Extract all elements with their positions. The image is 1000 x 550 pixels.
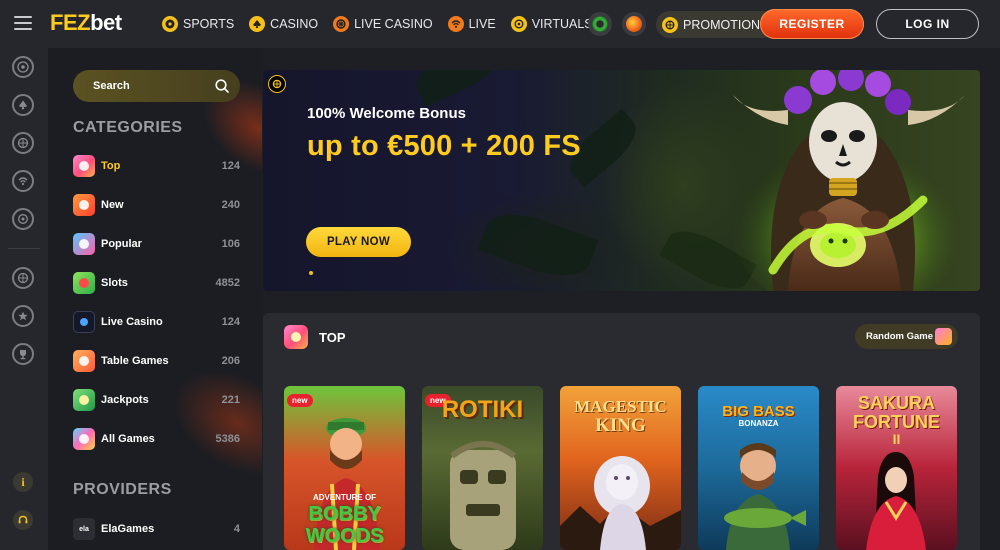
boost-button[interactable] (622, 12, 646, 36)
rail-trophy-icon[interactable] (12, 343, 34, 365)
spade-icon (249, 16, 266, 32)
soccer-ball-icon (162, 16, 178, 32)
shaman-character-image (733, 70, 968, 291)
category-all-games[interactable]: All Games 5386 (73, 427, 240, 451)
rail-divider (8, 248, 40, 249)
carousel-indicator[interactable] (309, 271, 313, 275)
game-card-magestic-king[interactable]: MAGESTIC KING (560, 386, 681, 550)
live-casino-category-icon (73, 311, 95, 333)
rail-star-icon[interactable] (12, 305, 34, 327)
category-table-games[interactable]: Table Games 206 (73, 349, 240, 373)
rail-live-icon[interactable] (12, 170, 34, 192)
dice-icon (935, 328, 952, 345)
search-icon[interactable] (214, 78, 230, 94)
game-card-bobby-woods[interactable]: new ADVENTURE OF BOBBY WOODS (284, 386, 405, 550)
main-nav: SPORTS CASINO LIVE CASINO LIVE VIRTUALS (162, 0, 593, 48)
categories-title: CATEGORIES (73, 119, 183, 136)
flame-icon (626, 16, 642, 32)
register-button[interactable]: REGISTER (760, 9, 864, 39)
rail-sports-icon[interactable] (12, 56, 34, 78)
play-now-button[interactable]: PLAY NOW (306, 227, 411, 257)
rail-live-casino-icon[interactable] (12, 132, 34, 154)
roulette-icon (333, 16, 350, 32)
category-top[interactable]: Top 124 (73, 154, 240, 178)
banner-title: up to €500 + 200 FS (307, 130, 581, 162)
lion-image (560, 456, 681, 550)
tiki-mask-image (450, 441, 516, 550)
login-button[interactable]: LOG IN (876, 9, 979, 39)
games-row: new ADVENTURE OF BOBBY WOODS new ROTIKI (284, 386, 957, 550)
live-signal-icon (447, 16, 464, 32)
fisherman-image (724, 443, 806, 550)
promo-banner[interactable]: 100% Welcome Bonus up to €500 + 200 FS P… (263, 70, 980, 291)
providers-title: PROVIDERS (73, 481, 172, 498)
virtuals-icon (510, 16, 527, 32)
top-category-icon (73, 155, 95, 177)
category-new[interactable]: New 240 (73, 193, 240, 217)
popular-category-icon (73, 233, 95, 255)
promotions-icon (662, 16, 678, 33)
logo[interactable]: FEZbet (50, 10, 122, 36)
provider-elagames[interactable]: ela ElaGames 4 (73, 517, 240, 541)
game-card-rotiki[interactable]: new ROTIKI (422, 386, 543, 550)
category-live-casino[interactable]: Live Casino 124 (73, 310, 240, 334)
left-rail: i (0, 48, 48, 550)
category-jackpots[interactable]: Jackpots 221 (73, 388, 240, 412)
support-headset-icon[interactable] (13, 510, 33, 530)
random-game-button[interactable]: Random Game (855, 324, 958, 349)
lucky-wheel-icon (592, 16, 608, 32)
game-card-big-bass-bonanza[interactable]: BIG BASS BONANZA (698, 386, 819, 550)
rail-virtuals-icon[interactable] (12, 208, 34, 230)
category-slots[interactable]: Slots 4852 (73, 271, 240, 295)
lucky-wheel-button[interactable] (588, 12, 612, 36)
search-input[interactable] (93, 80, 203, 92)
top-section-icon (284, 325, 308, 349)
category-popular[interactable]: Popular 106 (73, 232, 240, 256)
slots-category-icon (73, 272, 95, 294)
jackpots-category-icon (73, 389, 95, 411)
promotions-button[interactable]: PROMOTIONS (656, 11, 777, 38)
rail-wheel-icon[interactable] (12, 267, 34, 289)
sidebar: CATEGORIES Top 124 New 240 Popular 106 S… (48, 48, 262, 550)
game-card-sakura-fortune[interactable]: SAKURA FORTUNE II (836, 386, 957, 550)
nav-sports[interactable]: SPORTS (162, 16, 234, 32)
elagames-logo-icon: ela (73, 518, 95, 540)
nav-live-casino[interactable]: LIVE CASINO (333, 16, 433, 32)
top-bar: FEZbet SPORTS CASINO LIVE CASINO LIVE VI… (0, 0, 1000, 48)
all-games-category-icon (73, 428, 95, 450)
banner-badge-icon (268, 75, 286, 93)
sakura-character-image (866, 452, 926, 550)
top-games-panel: TOP Random Game new ADVENTURE OF BOBBY W… (263, 313, 980, 550)
search-box[interactable] (73, 70, 240, 102)
nav-casino[interactable]: CASINO (249, 16, 318, 32)
menu-icon[interactable] (14, 16, 32, 30)
nav-live[interactable]: LIVE (447, 16, 496, 32)
info-icon[interactable]: i (13, 472, 33, 492)
banner-subtitle: 100% Welcome Bonus (307, 105, 466, 122)
nav-virtuals[interactable]: VIRTUALS (510, 16, 593, 32)
top-section-title: TOP (319, 330, 346, 345)
new-category-icon (73, 194, 95, 216)
rail-casino-icon[interactable] (12, 94, 34, 116)
table-games-category-icon (73, 350, 95, 372)
decor-leaf (408, 70, 508, 108)
